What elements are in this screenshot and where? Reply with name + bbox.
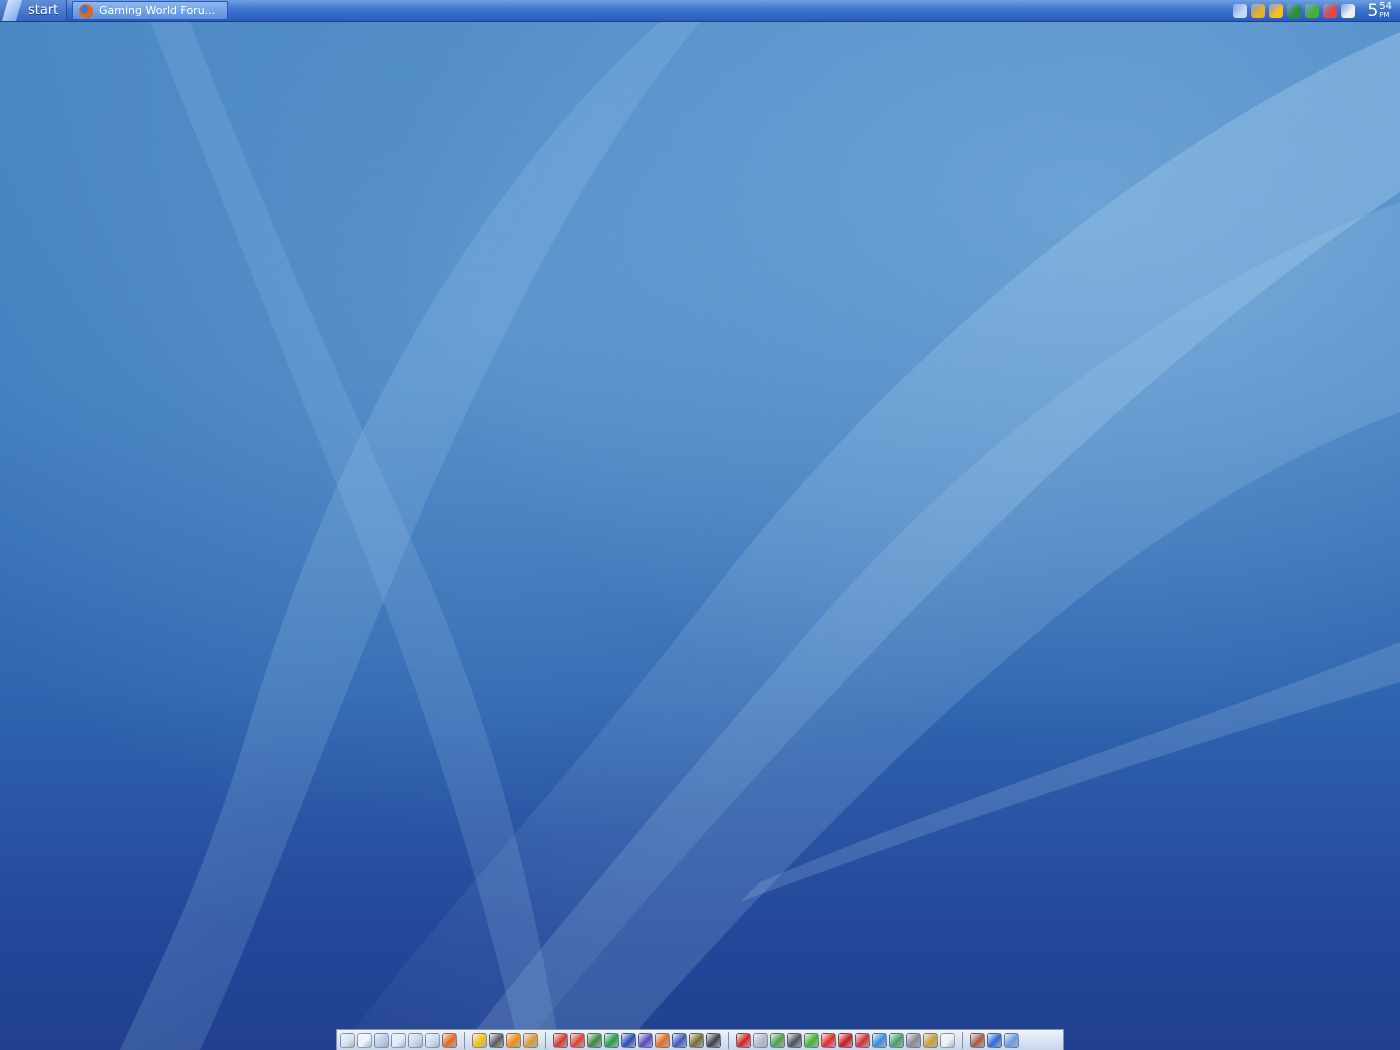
game-plant-icon[interactable] (604, 1032, 619, 1048)
tray-tool-icon[interactable] (1251, 3, 1266, 18)
quick-launch-dock (336, 1029, 1064, 1050)
game-sega-icon[interactable] (621, 1032, 636, 1048)
game-wolf-icon[interactable] (706, 1032, 721, 1048)
wallpaper-swooshes (120, 22, 1400, 1050)
nero-icon[interactable] (855, 1032, 870, 1048)
dock-group (552, 1030, 722, 1050)
dock-separator (464, 1031, 465, 1049)
tools-icon[interactable] (523, 1032, 538, 1048)
tray-battery-icon[interactable] (1341, 3, 1356, 18)
record-icon[interactable] (821, 1032, 836, 1048)
clock-ampm: PM (1379, 10, 1390, 19)
paper-icon[interactable] (940, 1032, 955, 1048)
windows-logo-icon (2, 0, 22, 21)
settings-gear-icon[interactable] (987, 1032, 1002, 1048)
start-label: start (28, 3, 59, 18)
acrobat-icon[interactable] (838, 1032, 853, 1048)
drive-icon[interactable] (889, 1032, 904, 1048)
display-icon[interactable] (425, 1032, 440, 1048)
documents-icon[interactable] (357, 1032, 372, 1048)
start-button[interactable]: start (0, 0, 67, 21)
tray-utorrent-icon[interactable] (1305, 3, 1320, 18)
tray-expand-icon[interactable] (1233, 3, 1248, 18)
tray-shield-icon[interactable] (1323, 3, 1338, 18)
vlc-icon[interactable] (506, 1032, 521, 1048)
game-gamecube-icon[interactable] (638, 1032, 653, 1048)
dock-group (471, 1030, 539, 1050)
game-playstation-icon[interactable] (672, 1032, 687, 1048)
firefox-icon[interactable] (442, 1032, 457, 1048)
tray-messenger-icon[interactable] (1269, 3, 1284, 18)
game-dreamcast-icon[interactable] (655, 1032, 670, 1048)
maple-leaf-icon[interactable] (736, 1032, 751, 1048)
taskbar: start Gaming World Foru... 5 54 PM (0, 0, 1400, 22)
dock-group (339, 1030, 458, 1050)
phone-icon[interactable] (787, 1032, 802, 1048)
clock[interactable]: 5 54 PM (1367, 1, 1392, 21)
archive-icon[interactable] (970, 1032, 985, 1048)
dock-separator (545, 1031, 546, 1049)
system-tray: 5 54 PM (1220, 0, 1400, 21)
clock-hour: 5 (1367, 0, 1379, 21)
spiral-icon[interactable] (553, 1032, 568, 1048)
dock-separator (962, 1031, 963, 1049)
game-blocks-icon[interactable] (587, 1032, 602, 1048)
dock-group (735, 1030, 956, 1050)
taskbar-button-firefox[interactable]: Gaming World Foru... (72, 1, 228, 20)
skull-icon[interactable] (489, 1032, 504, 1048)
game-sun-icon[interactable] (689, 1032, 704, 1048)
network-icon[interactable] (374, 1032, 389, 1048)
task-label: Gaming World Foru... (99, 4, 216, 17)
folder-icon[interactable] (391, 1032, 406, 1048)
my-computer-icon[interactable] (340, 1032, 355, 1048)
globe-icon[interactable] (872, 1032, 887, 1048)
firefox-icon (79, 3, 93, 18)
desktop-wallpaper (0, 22, 1400, 1050)
recycle-icon[interactable] (408, 1032, 423, 1048)
dock-separator (728, 1031, 729, 1049)
trash-icon[interactable] (1004, 1032, 1019, 1048)
notepad-icon[interactable] (753, 1032, 768, 1048)
dock-group (969, 1030, 1020, 1050)
messenger-icon[interactable] (472, 1032, 487, 1048)
paint-icon[interactable] (923, 1032, 938, 1048)
pencil-icon[interactable] (906, 1032, 921, 1048)
clock-minutes: 54 (1379, 0, 1392, 12)
tray-network-icon[interactable] (1287, 3, 1302, 18)
game-mario-icon[interactable] (570, 1032, 585, 1048)
photo-icon[interactable] (770, 1032, 785, 1048)
utorrent-icon[interactable] (804, 1032, 819, 1048)
